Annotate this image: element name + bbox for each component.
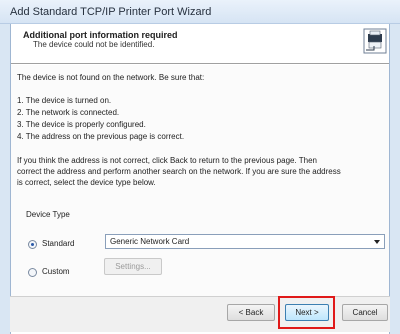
checklist-item: 1. The device is turned on.: [17, 96, 112, 105]
title-bar: Add Standard TCP/IP Printer Port Wizard: [0, 0, 400, 24]
standard-label[interactable]: Standard: [42, 239, 74, 248]
device-type-group: Device Type Standard Custom: [24, 210, 378, 302]
standard-device-select[interactable]: Generic Network Card: [105, 234, 385, 249]
header-subtitle: The device could not be identified.: [33, 40, 155, 49]
back-button[interactable]: < Back: [227, 304, 275, 321]
standard-radio[interactable]: [28, 240, 37, 249]
header-title: Additional port information required: [23, 30, 178, 40]
next-button-highlight: [278, 296, 335, 329]
device-type-legend: Device Type: [26, 210, 70, 219]
checklist-item: 3. The device is properly configured.: [17, 120, 146, 129]
instructions-line: correct the address and perform another …: [17, 167, 341, 176]
settings-button[interactable]: Settings...: [104, 258, 162, 275]
wizard-header: Additional port information required The…: [11, 24, 389, 64]
instructions-line: If you think the address is not correct,…: [17, 156, 318, 165]
chevron-down-icon[interactable]: [374, 240, 380, 244]
instructions-line: is correct, select the device type below…: [17, 178, 156, 187]
custom-label[interactable]: Custom: [42, 267, 70, 276]
checklist-item: 2. The network is connected.: [17, 108, 120, 117]
cancel-button[interactable]: Cancel: [342, 304, 388, 321]
intro-text: The device is not found on the network. …: [17, 73, 205, 82]
selected-device-type: Generic Network Card: [110, 237, 190, 246]
wizard-window: Add Standard TCP/IP Printer Port Wizard …: [0, 0, 400, 334]
custom-radio[interactable]: [28, 268, 37, 277]
printer-network-icon: [363, 28, 387, 54]
checklist-item: 4. The address on the previous page is c…: [17, 132, 185, 141]
window-title: Add Standard TCP/IP Printer Port Wizard: [10, 6, 212, 18]
